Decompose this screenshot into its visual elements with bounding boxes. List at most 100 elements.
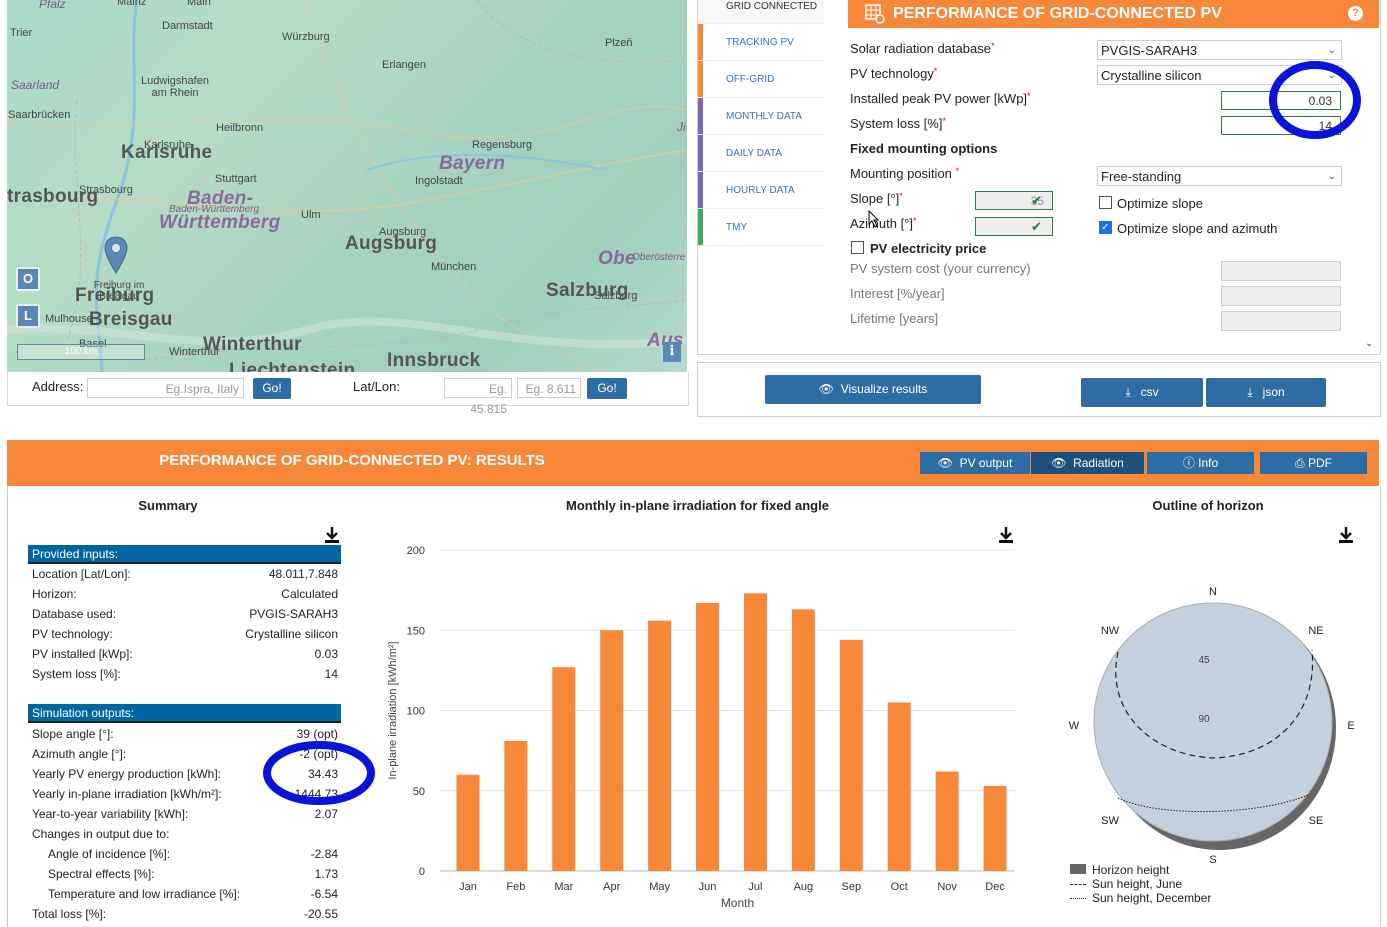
- pv-output-button[interactable]: 👁︎ PV output: [920, 452, 1030, 474]
- eye-icon: 👁︎: [1051, 456, 1067, 470]
- download-csv-button[interactable]: ⤓ csv: [1081, 378, 1203, 407]
- map-info-button[interactable]: i: [663, 342, 681, 362]
- summary-value: 48.011,7.848: [268, 567, 338, 581]
- bar-dec: [983, 785, 1007, 871]
- tab-color-bar: [698, 209, 703, 245]
- map-label: Obe: [598, 248, 636, 269]
- simulation-outputs-header: Simulation outputs:: [28, 704, 341, 723]
- map-label: Karlsruhe: [121, 142, 213, 163]
- summary-value: 14: [324, 667, 338, 681]
- map-label: Main: [187, 0, 211, 8]
- location-pin-icon[interactable]: [104, 236, 128, 274]
- tab-color-bar: [698, 172, 703, 208]
- tab-hourly-data[interactable]: HOURLY DATA: [698, 172, 824, 209]
- tab-monthly-data[interactable]: MONTHLY DATA: [698, 98, 824, 135]
- sky-disc: [1093, 602, 1333, 842]
- summary-row: Location [Lat/Lon]: 48.011,7.848: [32, 567, 338, 585]
- mounting-label: Mounting position *: [850, 166, 960, 181]
- annotation-circle: [263, 741, 375, 805]
- pv-price-label: PV electricity price: [870, 241, 987, 256]
- map-label: Oberösterre: [632, 252, 686, 263]
- ring-90-label: 90: [1198, 714, 1210, 725]
- summary-row: Temperature and low irradiance [%]: -6.54: [32, 887, 338, 905]
- results-header: PERFORMANCE OF GRID-CONNECTED PV: RESULT…: [7, 440, 1379, 486]
- info-button[interactable]: ⓘ Info: [1147, 452, 1254, 474]
- summary-row: Total loss [%]: -20.55: [32, 907, 338, 925]
- scroll-down-icon[interactable]: ⌄: [1365, 338, 1373, 349]
- pv-price-checkbox[interactable]: [851, 241, 864, 254]
- map-label: Trier: [10, 27, 33, 39]
- map-view[interactable]: Pfalz Mainz Main Darmstadt Trier Würzbur…: [7, 0, 687, 372]
- tab-daily-data[interactable]: DAILY DATA: [698, 135, 824, 172]
- summary-row: Year-to-year variability [kWh]: 2.07: [32, 807, 338, 825]
- summary-key: Angle of incidence [%]:: [48, 847, 171, 861]
- compass-sw: SW: [1101, 815, 1119, 827]
- tab-label: MONTHLY DATA: [726, 111, 802, 122]
- interest-input[interactable]: [1221, 286, 1341, 306]
- x-tick-label: Oct: [891, 881, 908, 893]
- bar-sep: [839, 639, 863, 871]
- download-icon[interactable]: [1338, 526, 1354, 544]
- pdf-button[interactable]: ⎙ PDF: [1260, 452, 1367, 474]
- horizon-polar-chart: N NE E SE S SW W NW 45 90: [1069, 586, 1355, 866]
- tab-grid-connected[interactable]: GRID CONNECTED: [698, 0, 824, 24]
- tab-tracking-pv[interactable]: TRACKING PV: [698, 24, 824, 61]
- x-tick-label: Jun: [699, 881, 717, 893]
- download-json-button[interactable]: ⤓ json: [1206, 378, 1326, 407]
- summary-value: 2.07: [314, 807, 338, 821]
- lifetime-input[interactable]: [1221, 311, 1341, 331]
- mounting-select[interactable]: Free-standing ⌄: [1097, 166, 1342, 186]
- optimize-slope-checkbox[interactable]: [1099, 196, 1112, 209]
- eye-icon: 👁︎: [818, 382, 835, 396]
- map-scale-bar: 100 km: [17, 344, 145, 360]
- bar-feb: [504, 740, 528, 871]
- summary-row: Database used: PVGIS-SARAH3: [32, 607, 338, 625]
- fixed-mounting-heading: Fixed mounting options: [850, 141, 998, 156]
- summary-key: Azimuth angle [°]:: [32, 747, 127, 761]
- tool-header: PERFORMANCE OF GRID-CONNECTED PV ?: [848, 0, 1379, 28]
- address-label: Address:: [32, 379, 84, 394]
- map-label: Augsburg: [345, 233, 438, 254]
- radiation-button[interactable]: 👁︎ Radiation: [1031, 452, 1144, 474]
- x-tick-label: Nov: [937, 881, 957, 893]
- lat-input[interactable]: Eg. 45.815: [444, 378, 512, 416]
- compass-ne: NE: [1308, 625, 1323, 637]
- summary-key: Changes in output due to:: [32, 827, 170, 841]
- x-axis-label: Month: [721, 896, 754, 910]
- check-icon: ✔: [1031, 219, 1042, 234]
- optimize-both-checkbox[interactable]: ✓: [1099, 221, 1112, 234]
- summary-value: -2.84: [310, 847, 338, 861]
- download-icon[interactable]: [324, 526, 340, 544]
- map-layer-o-button[interactable]: O: [16, 267, 40, 291]
- tab-tmy[interactable]: TMY: [698, 209, 824, 246]
- db-select[interactable]: PVGIS-SARAH3 ⌄: [1097, 40, 1342, 60]
- map-label: Mainz: [117, 0, 147, 8]
- summary-value: -20.55: [303, 907, 338, 921]
- system-cost-input[interactable]: [1221, 261, 1341, 281]
- tab-color-bar: [698, 135, 703, 171]
- summary-key: Yearly in-plane irradiation [kWh/m²]:: [32, 787, 222, 801]
- x-tick-label: Mar: [554, 881, 573, 893]
- summary-key: Slope angle [°]:: [32, 727, 114, 741]
- tab-off-grid[interactable]: OFF-GRID: [698, 61, 824, 98]
- y-tick-label: 150: [407, 625, 425, 637]
- map-layer-l-button[interactable]: L: [16, 304, 40, 328]
- latlon-go-button[interactable]: Go!: [587, 378, 627, 399]
- address-input[interactable]: Eg.Ispra, Italy: [87, 378, 244, 398]
- map-label: Freiburg: [75, 285, 155, 306]
- tab-label: GRID CONNECTED: [726, 1, 818, 12]
- summary-key: Yearly PV energy production [kWh]:: [32, 767, 221, 781]
- summary-title: Summary: [138, 498, 198, 513]
- map-label: Würzburg: [282, 31, 330, 43]
- address-go-button[interactable]: Go!: [253, 378, 291, 399]
- visualize-results-button[interactable]: 👁︎ Visualize results: [765, 375, 981, 404]
- help-icon[interactable]: ?: [1348, 6, 1363, 21]
- download-icon: ⤓: [1125, 385, 1131, 399]
- horizon-title: Outline of horizon: [1152, 498, 1264, 513]
- summary-row: System loss [%]: 14: [32, 667, 338, 685]
- action-bar: 👁︎ Visualize results ⤓ csv ⤓ json: [697, 362, 1381, 417]
- map-label: Salzburg: [546, 280, 629, 301]
- map-label: Erlangen: [382, 59, 427, 71]
- lon-input[interactable]: Eg. 8.611: [517, 378, 581, 398]
- bar-nov: [935, 771, 959, 871]
